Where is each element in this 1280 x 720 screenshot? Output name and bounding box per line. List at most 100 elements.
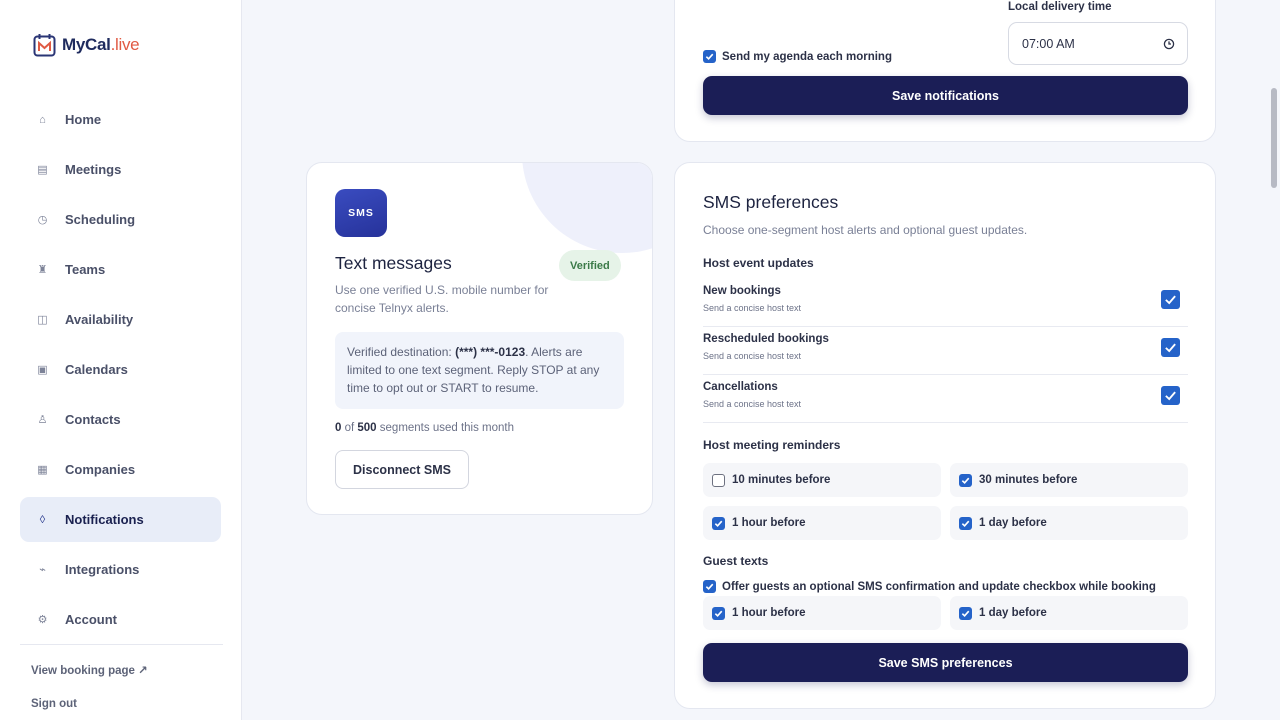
host-reminder-label: 10 minutes before (732, 474, 831, 486)
verified-destination-notice: Verified destination: (***) ***-0123. Al… (335, 332, 624, 409)
sidebar-item-companies[interactable]: ▦ Companies (20, 447, 221, 492)
delivery-time-value: 07:00 AM (1022, 36, 1075, 51)
guest-reminder-option[interactable]: 1 day before (950, 596, 1188, 630)
host-event-title: New bookings (703, 285, 781, 297)
sidebar-item-availability[interactable]: ◫ Availability (20, 297, 221, 342)
sidebar-item-account[interactable]: ⚙ Account (20, 597, 221, 642)
host-reminder-option[interactable]: 30 minutes before (950, 463, 1188, 497)
agenda-checkbox[interactable] (703, 50, 716, 63)
host-reminder-label: 1 hour before (732, 517, 806, 529)
sidebar-divider (20, 644, 223, 645)
host-reminder-checkbox[interactable] (959, 516, 972, 530)
disconnect-sms-button[interactable]: Disconnect SMS (335, 450, 469, 489)
host-event-subtitle: Send a concise host text (703, 351, 802, 361)
host-reminder-checkbox[interactable] (712, 516, 725, 530)
guest-reminder-checkbox[interactable] (959, 606, 972, 620)
sidebar-item-label: Meetings (65, 162, 122, 177)
host-event-row: New bookings Send a concise host text (703, 279, 1188, 327)
sms-preferences-subtitle: Choose one-segment host alerts and optio… (703, 223, 1028, 237)
sms-card-title: Text messages (335, 253, 452, 273)
availability-icon: ◫ (37, 314, 48, 326)
host-event-updates-heading: Host event updates (703, 256, 814, 270)
sidebar-item-teams[interactable]: ♜ Teams (20, 247, 221, 292)
sidebar-item-label: Notifications (65, 512, 144, 527)
verified-status-badge: Verified (559, 250, 621, 281)
host-event-subtitle: Send a concise host text (703, 303, 802, 313)
host-event-row: Cancellations Send a concise host text (703, 375, 1188, 423)
guest-sms-offer-option[interactable]: Offer guests an optional SMS confirmatio… (703, 580, 1156, 593)
segment-usage: 0 of 500 segments used this month (335, 422, 515, 434)
sidebar-item-label: Contacts (65, 412, 121, 427)
host-event-row: Rescheduled bookings Send a concise host… (703, 327, 1188, 375)
delivery-time-input[interactable]: 07:00 AM (1008, 22, 1188, 65)
save-notifications-button[interactable]: Save notifications (703, 76, 1188, 115)
sidebar-item-label: Calendars (65, 362, 128, 377)
companies-icon: ▦ (37, 464, 48, 476)
sidebar-nav: ⌂ Home ▤ Meetings ◷ Scheduling ♜ Teams ◫ Availabi… (20, 97, 221, 647)
sidebar-item-label: Companies (65, 462, 136, 477)
teams-icon: ♜ (37, 264, 48, 276)
host-event-subtitle: Send a concise host text (703, 399, 802, 409)
sidebar-item-home[interactable]: ⌂ Home (20, 97, 221, 142)
host-event-title: Rescheduled bookings (703, 333, 829, 345)
sidebar-item-label: Integrations (65, 562, 140, 577)
account-icon: ⚙ (37, 614, 48, 626)
sidebar-item-notifications[interactable]: ◊ Notifications (20, 497, 221, 542)
calendar-logo-icon (33, 34, 56, 57)
sidebar: MyCal.live ⌂ Home ▤ Meetings ◷ Scheduling ♜ Tea… (0, 0, 242, 720)
host-reminder-option[interactable]: 10 minutes before (703, 463, 941, 497)
sidebar-item-label: Home (65, 112, 102, 127)
brand-logo[interactable]: MyCal.live (33, 33, 140, 57)
sidebar-item-integrations[interactable]: ⌁ Integrations (20, 547, 221, 592)
host-reminder-checkbox[interactable] (959, 473, 972, 487)
sidebar-item-scheduling[interactable]: ◷ Scheduling (20, 197, 221, 242)
integrations-icon: ⌁ (39, 564, 46, 576)
brand-name: MyCal.live (62, 35, 140, 54)
masked-phone-number: (***) ***-0123 (455, 345, 526, 359)
guest-sms-offer-label: Offer guests an optional SMS confirmatio… (722, 580, 1156, 593)
agenda-option[interactable]: Send my agenda each morning (703, 50, 892, 63)
guest-texts-heading: Guest texts (703, 554, 769, 568)
guest-reminder-label: 1 day before (979, 607, 1047, 619)
view-booking-page-link[interactable]: View booking page ↗ (31, 663, 148, 677)
sms-app-icon: SMS (335, 189, 387, 237)
host-reminders-heading: Host meeting reminders (703, 438, 841, 452)
save-sms-preferences-button[interactable]: Save SMS preferences (703, 643, 1188, 682)
host-reminder-option[interactable]: 1 hour before (703, 506, 941, 540)
delivery-time-label: Local delivery time (1008, 1, 1112, 13)
host-event-checkbox[interactable] (1161, 290, 1180, 309)
host-reminder-option[interactable]: 1 day before (950, 506, 1188, 540)
agenda-label: Send my agenda each morning (722, 50, 892, 63)
host-reminder-checkbox[interactable] (712, 473, 725, 487)
guest-sms-offer-checkbox[interactable] (703, 580, 716, 593)
guest-reminder-option[interactable]: 1 hour before (703, 596, 941, 630)
sidebar-item-meetings[interactable]: ▤ Meetings (20, 147, 221, 192)
meetings-icon: ▤ (37, 164, 48, 176)
guest-reminder-label: 1 hour before (732, 607, 806, 619)
host-event-title: Cancellations (703, 381, 778, 393)
host-event-checkbox[interactable] (1161, 386, 1180, 405)
scheduling-icon: ◷ (37, 214, 48, 226)
sms-preferences-title: SMS preferences (703, 192, 839, 212)
sms-card-description: Use one verified U.S. mobile number for … (335, 283, 549, 315)
sms-connection-card: SMS Text messages Verified Use one verif… (306, 162, 653, 515)
contacts-icon: ♙ (37, 414, 48, 426)
sidebar-item-label: Scheduling (65, 212, 136, 227)
calendars-icon: ▣ (37, 364, 48, 376)
clock-icon[interactable] (1163, 38, 1175, 50)
notifications-icon: ◊ (39, 513, 46, 526)
sidebar-item-label: Availability (65, 312, 134, 327)
page-scrollbar[interactable] (1271, 88, 1277, 188)
notifications-card: Send my agenda each morning Local delive… (674, 0, 1216, 142)
sign-out-link[interactable]: Sign out (31, 698, 77, 710)
host-reminder-label: 1 day before (979, 517, 1047, 529)
guest-reminder-checkbox[interactable] (712, 606, 725, 620)
decorative-circle (522, 163, 652, 253)
sidebar-item-label: Account (65, 612, 117, 627)
sidebar-item-label: Teams (65, 262, 106, 277)
sms-preferences-card: SMS preferences Choose one-segment host … (674, 162, 1216, 709)
sidebar-item-calendars[interactable]: ▣ Calendars (20, 347, 221, 392)
host-reminder-label: 30 minutes before (979, 474, 1078, 486)
host-event-checkbox[interactable] (1161, 338, 1180, 357)
sidebar-item-contacts[interactable]: ♙ Contacts (20, 397, 221, 442)
